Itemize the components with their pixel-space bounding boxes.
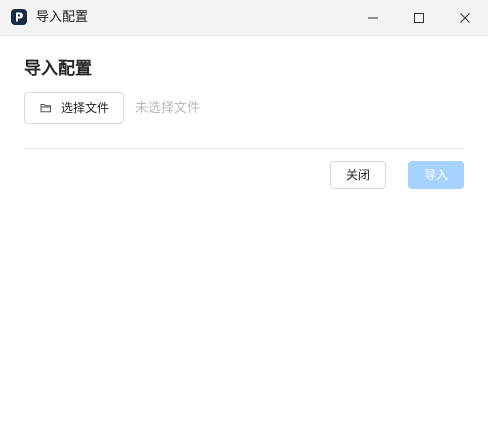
file-status-text: 未选择文件 bbox=[135, 101, 201, 116]
minimize-icon bbox=[368, 17, 378, 19]
minimize-button[interactable] bbox=[350, 0, 396, 36]
divider bbox=[24, 148, 464, 149]
page-title: 导入配置 bbox=[24, 59, 92, 79]
close-window-button[interactable] bbox=[442, 0, 488, 36]
select-file-label: 选择文件 bbox=[61, 101, 110, 115]
import-config-window: 导入配置 导入配置 选择文件 未选择文件 关闭 导入 bbox=[0, 0, 488, 432]
window-title: 导入配置 bbox=[36, 10, 89, 25]
title-bar[interactable]: 导入配置 bbox=[0, 0, 488, 36]
folder-icon bbox=[40, 102, 52, 114]
import-button[interactable]: 导入 bbox=[408, 161, 464, 189]
maximize-icon bbox=[414, 13, 424, 23]
select-file-button[interactable]: 选择文件 bbox=[24, 92, 124, 124]
maximize-button[interactable] bbox=[396, 0, 442, 36]
close-button[interactable]: 关闭 bbox=[330, 161, 386, 189]
close-icon bbox=[460, 13, 470, 23]
app-logo-icon bbox=[11, 9, 27, 25]
